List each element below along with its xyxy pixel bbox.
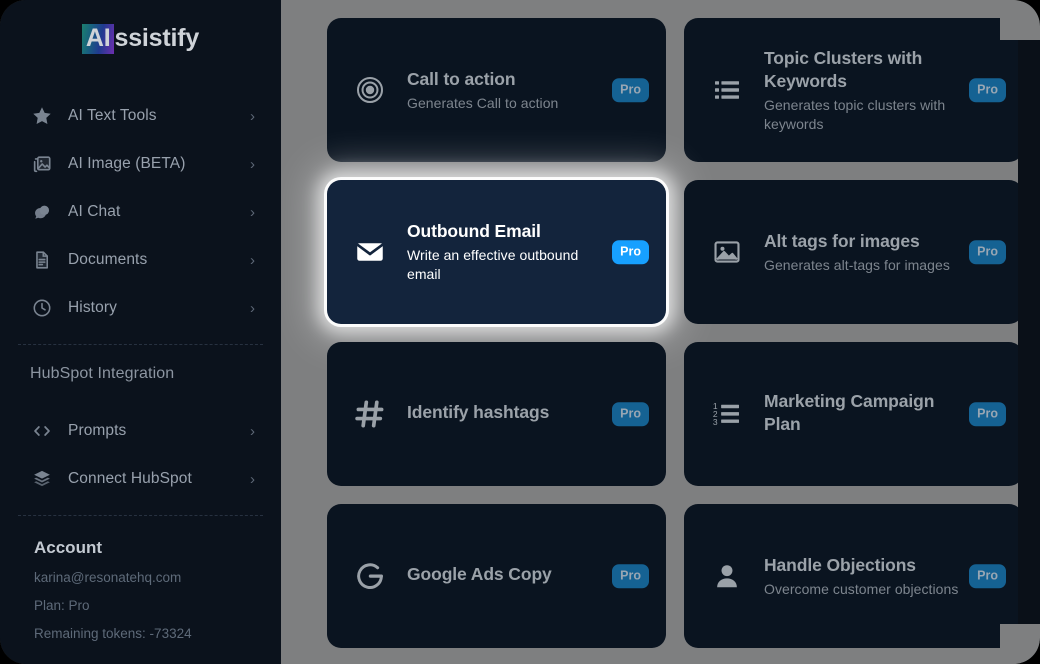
status-badge: Pro bbox=[612, 564, 649, 588]
status-badge: Pro bbox=[969, 78, 1006, 102]
sidebar-item-ai-image[interactable]: AI Image (BETA) › bbox=[0, 140, 281, 188]
tool-card-title: Handle Objections bbox=[764, 554, 916, 575]
integration-nav: Prompts › Connect HubSpot › bbox=[0, 407, 281, 503]
main-content: Call to action Generates Call to action … bbox=[281, 0, 1022, 664]
sidebar-item-connect-hubspot[interactable]: Connect HubSpot › bbox=[0, 455, 281, 503]
target-icon bbox=[349, 74, 391, 106]
document-icon bbox=[30, 248, 54, 272]
account-section-title: Account bbox=[34, 538, 102, 557]
chevron-right-icon: › bbox=[250, 155, 255, 173]
app-window: AI ssistify AI Text Tools › AI Image (BE… bbox=[0, 0, 1040, 664]
sidebar-item-ai-chat[interactable]: AI Chat › bbox=[0, 188, 281, 236]
logo-accent-text: AI bbox=[81, 24, 114, 54]
tool-card-title: Google Ads Copy bbox=[407, 564, 552, 584]
picture-icon bbox=[706, 236, 748, 268]
tool-card-marketing-campaign-plan[interactable]: 1 2 3 Marketing Campaign Plan Pro bbox=[684, 342, 1022, 486]
chat-bubble-icon bbox=[30, 200, 54, 224]
chevron-right-icon: › bbox=[250, 251, 255, 269]
sidebar-item-label: AI Chat bbox=[68, 203, 121, 220]
sidebar-item-label: AI Image (BETA) bbox=[68, 155, 186, 172]
tool-card-title: Marketing Campaign Plan bbox=[764, 390, 935, 434]
chevron-right-icon: › bbox=[250, 470, 255, 488]
sidebar-item-label: AI Text Tools bbox=[68, 107, 157, 124]
tool-card-title: Topic Clusters with Keywords bbox=[764, 47, 923, 91]
tool-card-grid: Call to action Generates Call to action … bbox=[281, 0, 1022, 664]
status-badge: Pro bbox=[612, 78, 649, 102]
sidebar-item-documents[interactable]: Documents › bbox=[0, 236, 281, 284]
chevron-right-icon: › bbox=[250, 203, 255, 221]
person-icon bbox=[706, 560, 748, 592]
sidebar-item-label: History bbox=[68, 299, 117, 316]
sidebar: AI ssistify AI Text Tools › AI Image (BE… bbox=[0, 0, 281, 664]
sidebar-item-label: Connect HubSpot bbox=[68, 470, 192, 487]
tool-card-alt-tags-for-images[interactable]: Alt tags for images Generates alt-tags f… bbox=[684, 180, 1022, 324]
status-badge: Pro bbox=[612, 402, 649, 426]
clock-icon bbox=[30, 296, 54, 320]
tool-card-handle-objections[interactable]: Handle Objections Overcome customer obje… bbox=[684, 504, 1022, 648]
hashtag-icon bbox=[349, 397, 391, 431]
brand-logo[interactable]: AI ssistify bbox=[0, 0, 281, 78]
sidebar-item-label: Documents bbox=[68, 251, 148, 268]
svg-text:3: 3 bbox=[713, 417, 718, 427]
image-stack-icon bbox=[30, 152, 54, 176]
primary-nav: AI Text Tools › AI Image (BETA) › AI Cha… bbox=[0, 92, 281, 332]
star-icon bbox=[30, 104, 54, 128]
sidebar-item-ai-text-tools[interactable]: AI Text Tools › bbox=[0, 92, 281, 140]
layers-icon bbox=[30, 467, 54, 491]
chevron-right-icon: › bbox=[250, 422, 255, 440]
sidebar-item-label: Prompts bbox=[68, 422, 127, 439]
account-plan: Plan: Pro bbox=[34, 598, 90, 613]
tool-card-desc: Generates Call to action bbox=[407, 94, 559, 111]
tool-card-desc: Overcome customer objections bbox=[764, 580, 959, 597]
google-g-icon bbox=[349, 559, 391, 593]
account-email: karina@resonatehq.com bbox=[34, 570, 182, 585]
tool-card-title: Call to action bbox=[407, 68, 516, 89]
numbered-list-icon: 1 2 3 bbox=[706, 398, 748, 430]
account-remaining-tokens: Remaining tokens: -73324 bbox=[34, 626, 192, 641]
chevron-right-icon: › bbox=[250, 107, 255, 125]
tool-card-outbound-email[interactable]: Outbound Email Write an effective outbou… bbox=[327, 180, 666, 324]
status-badge: Pro bbox=[969, 240, 1006, 264]
envelope-icon bbox=[349, 235, 391, 269]
tool-card-title: Identify hashtags bbox=[407, 402, 550, 422]
sidebar-divider-bottom bbox=[18, 515, 263, 516]
tool-card-google-ads-copy[interactable]: Google Ads Copy Pro bbox=[327, 504, 666, 648]
tool-card-title: Alt tags for images bbox=[764, 230, 920, 251]
status-badge: Pro bbox=[969, 564, 1006, 588]
bullet-list-icon bbox=[706, 74, 748, 106]
hubspot-section-title: HubSpot Integration bbox=[30, 365, 175, 382]
tool-card-topic-clusters-with-keywords[interactable]: Topic Clusters with Keywords Generates t… bbox=[684, 18, 1022, 162]
tool-card-desc: Write an effective outbound email bbox=[407, 247, 579, 282]
code-brackets-icon bbox=[30, 419, 54, 443]
tool-card-desc: Generates topic clusters with keywords bbox=[764, 96, 946, 132]
sidebar-item-prompts[interactable]: Prompts › bbox=[0, 407, 281, 455]
status-badge: Pro bbox=[969, 402, 1006, 426]
logo-rest-text: ssistify bbox=[114, 24, 200, 52]
sidebar-item-history[interactable]: History › bbox=[0, 284, 281, 332]
status-badge: Pro bbox=[612, 240, 649, 264]
tool-card-title: Outbound Email bbox=[407, 221, 541, 241]
tool-card-identify-hashtags[interactable]: Identify hashtags Pro bbox=[327, 342, 666, 486]
tool-card-desc: Generates alt-tags for images bbox=[764, 256, 950, 273]
tool-card-call-to-action[interactable]: Call to action Generates Call to action … bbox=[327, 18, 666, 162]
chevron-right-icon: › bbox=[250, 299, 255, 317]
sidebar-divider-top bbox=[18, 344, 263, 345]
